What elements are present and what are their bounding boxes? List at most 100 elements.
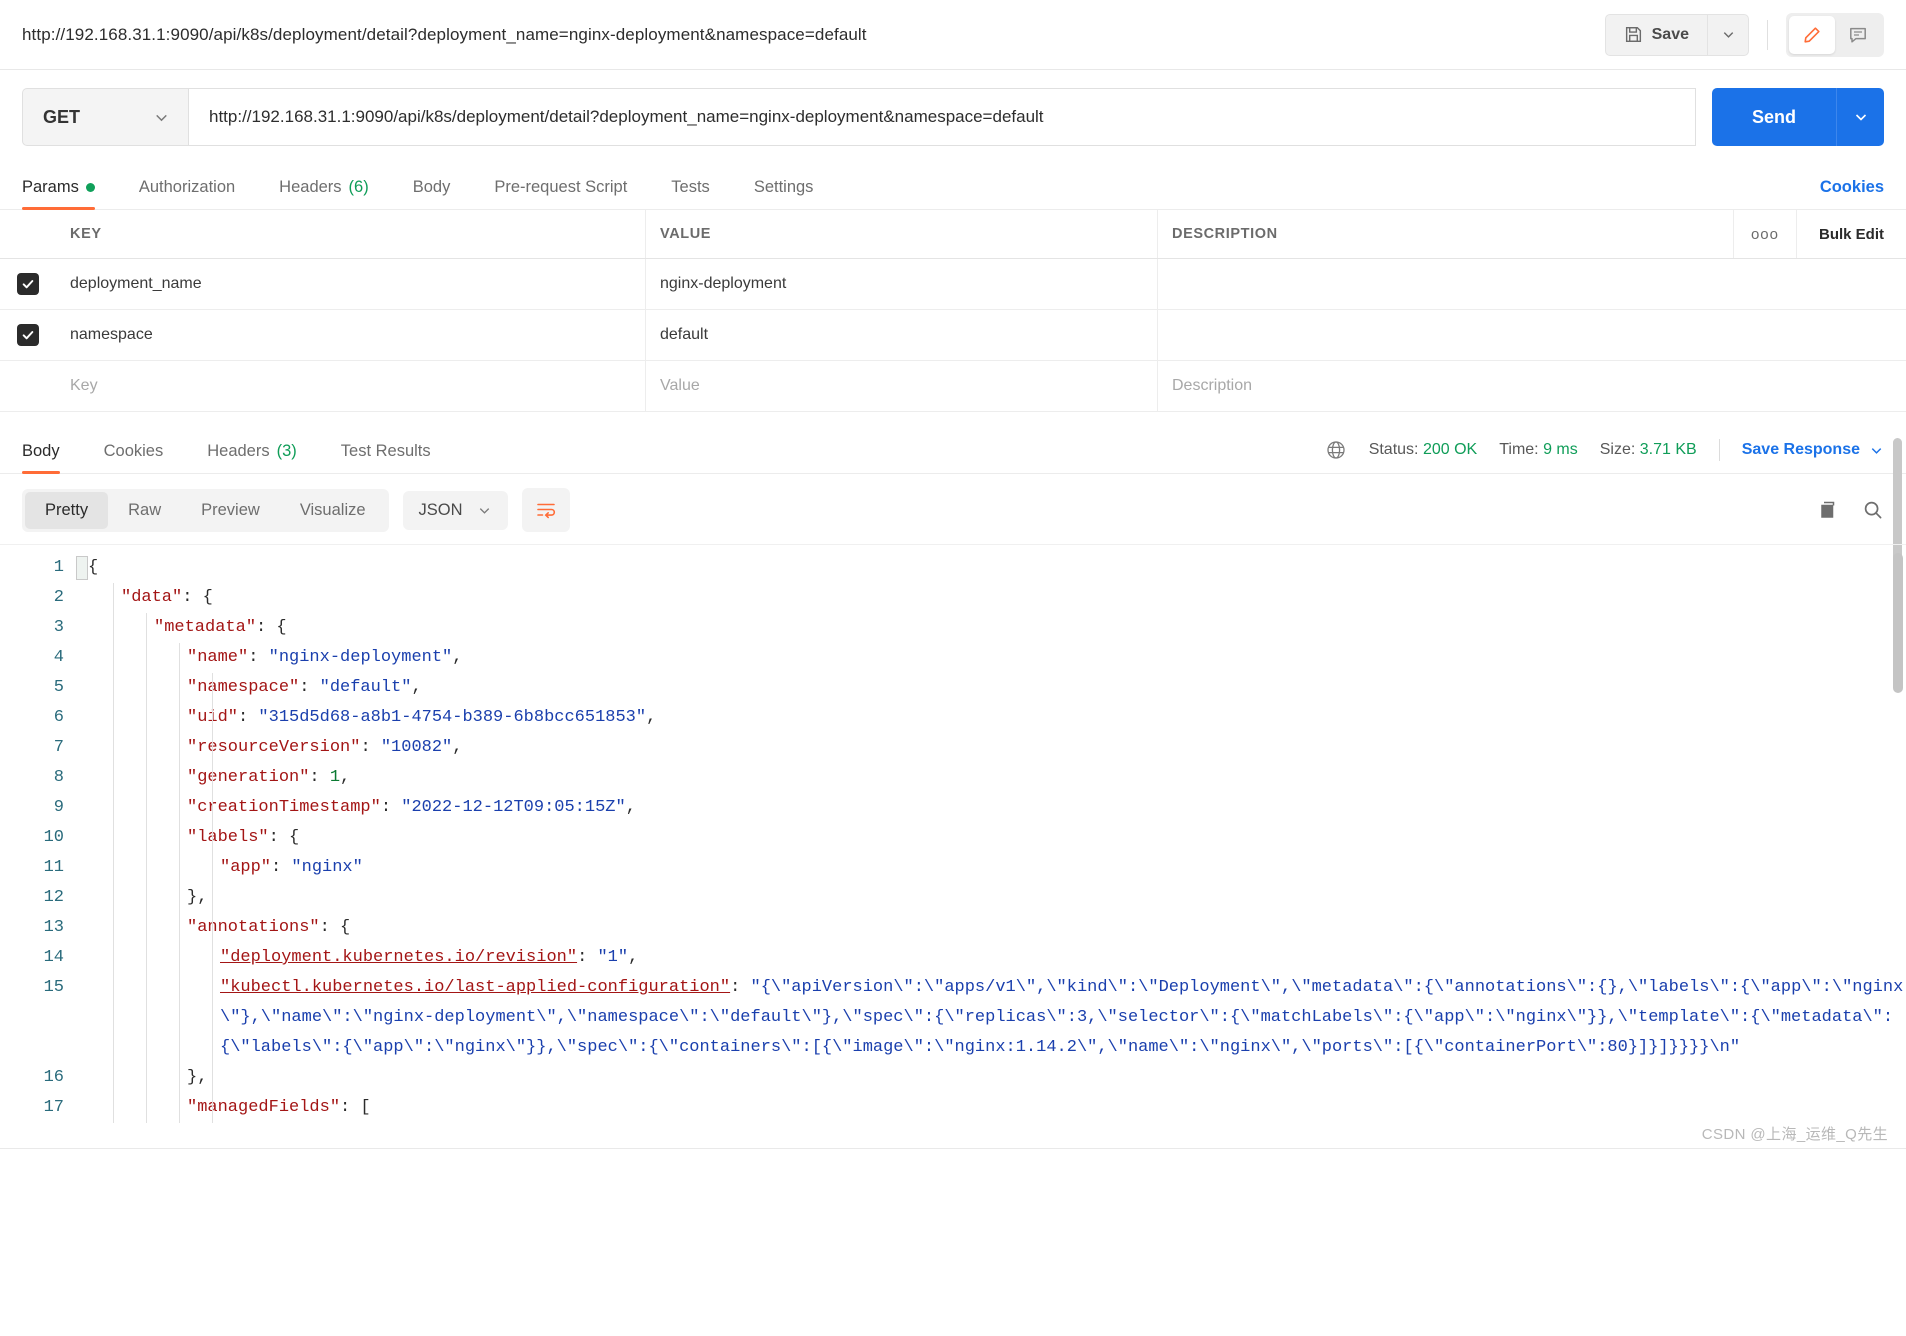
tab-authorization[interactable]: Authorization [139, 178, 235, 209]
tab-pre-request-script-label: Pre-request Script [494, 178, 628, 196]
response-format-value: JSON [418, 500, 463, 519]
comments-button[interactable] [1835, 16, 1881, 54]
status-badge: Status: 200 OK [1369, 441, 1478, 459]
wrap-lines-button[interactable] [521, 488, 570, 532]
view-raw-button[interactable]: Raw [108, 492, 181, 529]
save-button[interactable]: Save [1604, 13, 1707, 56]
response-tab-test-results[interactable]: Test Results [341, 442, 431, 473]
cookies-link[interactable]: Cookies [1820, 178, 1884, 209]
save-label: Save [1651, 25, 1689, 43]
size-label: Size: [1599, 441, 1636, 458]
top-bar: http://192.168.31.1:9090/api/k8s/deploym… [0, 0, 1906, 70]
bulk-edit-button[interactable]: Bulk Edit [1797, 210, 1906, 258]
line-number: 5 [53, 678, 64, 697]
line-number-gutter: 1 2 3 4 5 6 7 8 9 10 11 12 13 14 15 16 17 [0, 545, 78, 1123]
save-response-button[interactable]: Save Response [1742, 441, 1884, 459]
time-label: Time: [1499, 441, 1539, 458]
code-line: "deployment.kubernetes.io/revision": "1"… [220, 948, 639, 967]
indent-guide [113, 583, 114, 1123]
response-tab-cookies[interactable]: Cookies [104, 442, 164, 473]
new-param-description-input[interactable]: Description [1158, 361, 1906, 411]
param-value[interactable]: default [646, 310, 1158, 360]
response-tabs: Body Cookies Headers (3) Test Results St… [0, 422, 1906, 474]
param-enabled-checkbox[interactable] [17, 324, 39, 346]
new-param-key-input[interactable]: Key [56, 361, 646, 411]
row-checkbox-cell [0, 259, 56, 309]
table-row: deployment_name nginx-deployment [0, 259, 1906, 310]
table-row: namespace default [0, 310, 1906, 361]
json-code-block: 1 2 3 4 5 6 7 8 9 10 11 12 13 14 15 16 17 {"data": {"met… [0, 545, 1906, 1123]
http-method-value: GET [43, 106, 81, 127]
view-preview-button[interactable]: Preview [181, 492, 280, 529]
response-body-toolbar: Pretty Raw Preview Visualize JSON [0, 474, 1906, 544]
save-options-button[interactable] [1707, 13, 1749, 56]
search-body-button[interactable] [1862, 499, 1884, 521]
response-body-viewer[interactable]: 1 2 3 4 5 6 7 8 9 10 11 12 13 14 15 16 17 {"data": {"met… [0, 544, 1906, 1174]
time-value: 9 ms [1543, 441, 1578, 458]
tab-tests[interactable]: Tests [671, 178, 710, 209]
response-tab-body-label: Body [22, 442, 60, 460]
tab-params-label: Params [22, 178, 79, 196]
header-value: VALUE [646, 210, 1158, 258]
view-visualize-button[interactable]: Visualize [280, 492, 386, 529]
line-number: 2 [53, 588, 64, 607]
query-params-table: KEY VALUE DESCRIPTION ooo Bulk Edit depl… [0, 210, 1906, 598]
view-pretty-button[interactable]: Pretty [25, 491, 109, 529]
http-method-select[interactable]: GET [22, 88, 188, 146]
chevron-down-icon [1869, 443, 1884, 458]
line-number: 1 [53, 558, 64, 577]
toolbar-divider [1767, 19, 1768, 50]
response-format-select[interactable]: JSON [402, 490, 508, 530]
request-tabs: Params Authorization Headers (6) Body Pr… [0, 162, 1906, 210]
code-line: "generation": 1, [187, 768, 351, 787]
body-scrollbar-thumb[interactable] [1893, 553, 1903, 693]
response-meta: Status: 200 OK Time: 9 ms Size: 3.71 KB … [1325, 439, 1884, 473]
tab-settings[interactable]: Settings [754, 178, 814, 209]
code-line: { [88, 558, 99, 577]
tab-headers[interactable]: Headers (6) [279, 178, 369, 209]
url-input[interactable]: http://192.168.31.1:9090/api/k8s/deploym… [188, 88, 1696, 146]
tab-body-label: Body [412, 178, 451, 196]
line-number: 6 [53, 708, 64, 727]
code-line: "resourceVersion": "10082", [187, 738, 463, 757]
tab-params[interactable]: Params [22, 178, 95, 210]
response-tab-body[interactable]: Body [22, 442, 60, 474]
edit-mode-button[interactable] [1789, 15, 1835, 54]
table-row-new: Key Value Description [0, 361, 1906, 412]
code-line: }, [187, 888, 208, 907]
param-key[interactable]: deployment_name [56, 259, 646, 309]
param-value[interactable]: nginx-deployment [646, 259, 1158, 309]
line-number: 4 [53, 648, 64, 667]
code-line: "namespace": "default", [187, 678, 422, 697]
line-number: 17 [43, 1098, 64, 1117]
copy-button[interactable] [1818, 499, 1840, 521]
floppy-disk-icon [1624, 25, 1643, 44]
search-icon [1862, 499, 1884, 521]
request-tab-title: http://192.168.31.1:9090/api/k8s/deploym… [22, 24, 867, 44]
send-options-button[interactable] [1836, 88, 1884, 146]
chevron-down-icon [1721, 27, 1736, 42]
params-modified-dot-icon [85, 183, 95, 192]
tab-body[interactable]: Body [413, 178, 451, 209]
code-line: "uid": "315d5d68-a8b1-4754-b389-6b8bcc65… [187, 708, 657, 727]
tab-headers-label: Headers [279, 178, 342, 196]
code-line: "app": "nginx" [220, 858, 363, 877]
tab-pre-request-script[interactable]: Pre-request Script [494, 178, 627, 209]
body-scrollbar[interactable] [1893, 545, 1903, 1174]
param-description[interactable] [1158, 259, 1906, 309]
response-body-actions [1818, 499, 1884, 521]
send-button[interactable]: Send [1712, 88, 1836, 146]
code-line: "labels": { [187, 828, 300, 847]
param-description[interactable] [1158, 310, 1906, 360]
param-enabled-checkbox[interactable] [17, 273, 39, 295]
new-param-value-input[interactable]: Value [646, 361, 1158, 411]
chevron-down-icon [1853, 109, 1869, 125]
code-line: "kubectl.kubernetes.io/last-applied-conf… [220, 978, 1904, 1057]
param-key[interactable]: namespace [56, 310, 646, 360]
save-response-label: Save Response [1741, 441, 1860, 458]
time-badge: Time: 9 ms [1499, 441, 1578, 459]
line-number: 9 [53, 798, 64, 817]
indent-guide [179, 643, 180, 1123]
response-tab-headers[interactable]: Headers (3) [207, 442, 297, 473]
table-options-icon[interactable]: ooo [1732, 210, 1797, 258]
